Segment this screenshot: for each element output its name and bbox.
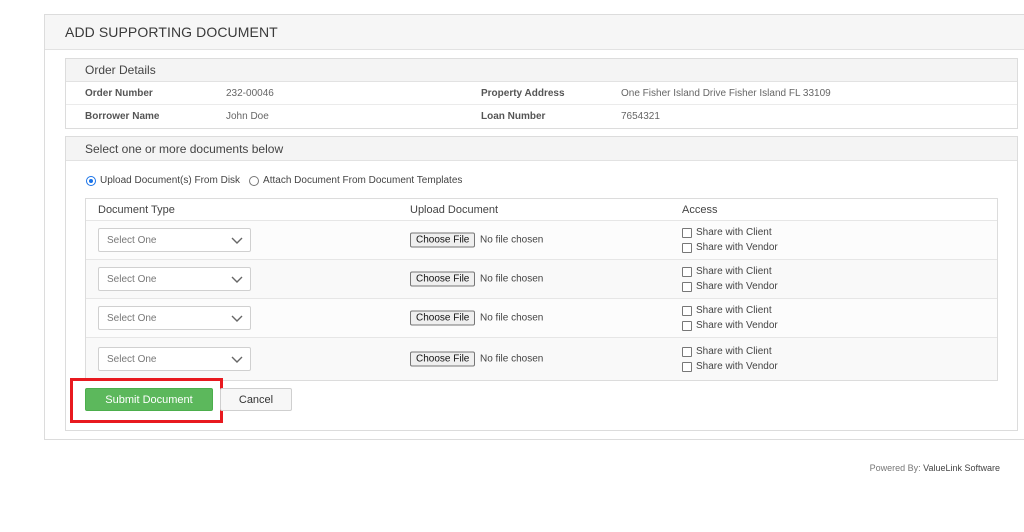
select-value: Select One xyxy=(107,353,157,365)
share-client-label[interactable]: Share with Client xyxy=(696,346,772,357)
borrower-name-value: John Doe xyxy=(226,111,269,122)
share-client-checkbox[interactable] xyxy=(682,227,692,238)
footer-brand[interactable]: ValueLink Software xyxy=(923,463,1000,473)
cancel-button[interactable]: Cancel xyxy=(220,388,292,411)
share-client-label[interactable]: Share with Client xyxy=(696,266,772,277)
share-vendor-label[interactable]: Share with Vendor xyxy=(696,320,778,331)
choose-file-button[interactable]: Choose File xyxy=(410,351,476,367)
property-address-value: One Fisher Island Drive Fisher Island FL… xyxy=(621,87,831,99)
radio-upload-from-disk[interactable] xyxy=(86,175,96,186)
document-row: Select One Choose File No file chosen Sh… xyxy=(86,299,997,338)
share-vendor-label[interactable]: Share with Vendor xyxy=(696,242,778,253)
file-status: No file chosen xyxy=(480,273,544,285)
chevron-down-icon xyxy=(231,356,243,363)
access-checkboxes: Share with Client Share with Vendor xyxy=(682,344,778,374)
share-vendor-label[interactable]: Share with Vendor xyxy=(696,361,778,372)
order-details-row: Order Number 232-00046 Property Address … xyxy=(66,82,1017,105)
loan-number-value: 7654321 xyxy=(621,111,660,122)
share-vendor-label[interactable]: Share with Vendor xyxy=(696,281,778,292)
header-access: Access xyxy=(682,203,718,216)
share-vendor-checkbox[interactable] xyxy=(682,320,692,331)
document-row: Select One Choose File No file chosen Sh… xyxy=(86,221,997,260)
order-number-value: 232-00046 xyxy=(226,87,274,99)
header-upload-document: Upload Document xyxy=(410,203,499,216)
panel-title: ADD SUPPORTING DOCUMENT xyxy=(45,15,1024,50)
choose-file-button[interactable]: Choose File xyxy=(410,232,476,248)
share-client-label[interactable]: Share with Client xyxy=(696,305,772,316)
share-vendor-checkbox[interactable] xyxy=(682,281,692,292)
share-client-checkbox[interactable] xyxy=(682,346,692,357)
document-type-select[interactable]: Select One xyxy=(98,347,251,371)
borrower-name-label: Borrower Name xyxy=(85,111,160,122)
loan-number-label: Loan Number xyxy=(481,111,546,122)
document-type-select[interactable]: Select One xyxy=(98,228,251,252)
chevron-down-icon xyxy=(231,276,243,283)
document-row: Select One Choose File No file chosen Sh… xyxy=(86,260,997,299)
radio-template-label[interactable]: Attach Document From Document Templates xyxy=(263,175,462,186)
document-type-select[interactable]: Select One xyxy=(98,267,251,291)
header-document-type: Document Type xyxy=(98,203,175,216)
share-client-checkbox[interactable] xyxy=(682,266,692,277)
chevron-down-icon xyxy=(231,237,243,244)
documents-title: Select one or more documents below xyxy=(66,137,1017,161)
document-row: Select One Choose File No file chosen Sh… xyxy=(86,338,997,380)
add-document-panel: ADD SUPPORTING DOCUMENT Order Details Or… xyxy=(44,14,1024,440)
radio-upload-label[interactable]: Upload Document(s) From Disk xyxy=(100,175,240,186)
documents-table: Document Type Upload Document Access Sel… xyxy=(85,198,998,381)
property-address-label: Property Address xyxy=(481,87,565,99)
order-details-box: Order Details Order Number 232-00046 Pro… xyxy=(65,58,1018,129)
file-status: No file chosen xyxy=(480,234,544,246)
share-client-checkbox[interactable] xyxy=(682,305,692,316)
share-vendor-checkbox[interactable] xyxy=(682,242,692,253)
access-checkboxes: Share with Client Share with Vendor xyxy=(682,225,778,255)
order-details-row: Borrower Name John Doe Loan Number 76543… xyxy=(66,105,1017,128)
select-value: Select One xyxy=(107,312,157,324)
file-status: No file chosen xyxy=(480,312,544,324)
order-details-title: Order Details xyxy=(66,59,1017,82)
share-client-label[interactable]: Share with Client xyxy=(696,227,772,238)
radio-attach-template[interactable] xyxy=(249,175,260,186)
access-checkboxes: Share with Client Share with Vendor xyxy=(682,303,778,333)
footer-prefix: Powered By: xyxy=(869,463,921,473)
choose-file-button[interactable]: Choose File xyxy=(410,310,476,326)
order-number-label: Order Number xyxy=(85,87,153,99)
select-value: Select One xyxy=(107,234,157,246)
submit-document-button[interactable]: Submit Document xyxy=(85,388,213,411)
file-status: No file chosen xyxy=(480,353,544,365)
documents-table-header: Document Type Upload Document Access xyxy=(86,199,997,221)
source-radio-group: Upload Document(s) From Disk Attach Docu… xyxy=(86,175,462,186)
chevron-down-icon xyxy=(231,315,243,322)
share-vendor-checkbox[interactable] xyxy=(682,361,692,372)
choose-file-button[interactable]: Choose File xyxy=(410,271,476,287)
document-type-select[interactable]: Select One xyxy=(98,306,251,330)
access-checkboxes: Share with Client Share with Vendor xyxy=(682,264,778,294)
select-value: Select One xyxy=(107,273,157,285)
footer: Powered By: ValueLink Software xyxy=(870,463,1000,473)
